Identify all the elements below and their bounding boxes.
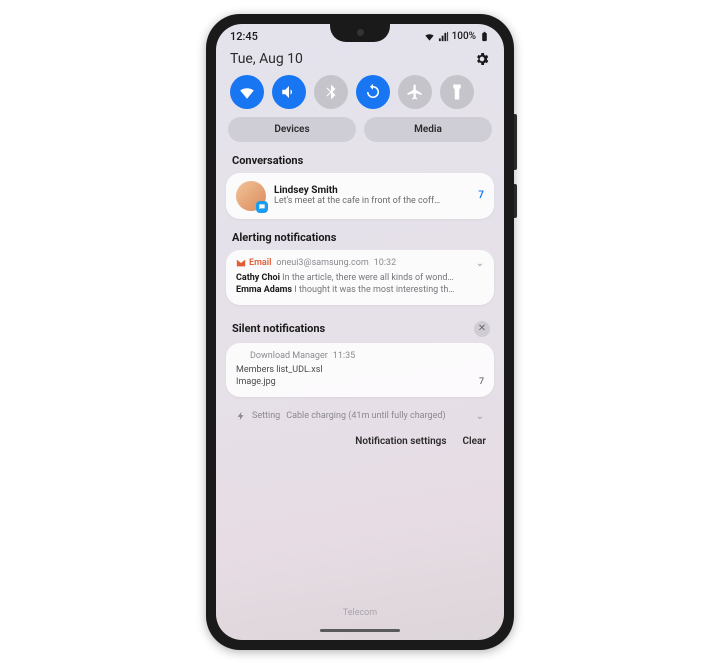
avatar <box>236 181 266 211</box>
sound-icon <box>280 83 298 101</box>
wifi-status-icon <box>424 31 435 42</box>
setting-app: Setting <box>252 411 280 421</box>
bluetooth-icon <box>322 83 340 101</box>
bolt-icon <box>236 411 246 421</box>
email-card[interactable]: Email oneui3@samsung.com 10:32 ⌄ Cathy C… <box>226 250 494 305</box>
download-card[interactable]: Download Manager 11:35 Members list_UDL.… <box>226 343 494 397</box>
carrier-label: Telecom <box>216 608 504 618</box>
chevron-down-icon[interactable]: ⌄ <box>476 411 484 422</box>
email-item[interactable]: Cathy Choi In the article, there were al… <box>236 273 484 283</box>
conversation-count: 7 <box>474 190 484 201</box>
charging-row[interactable]: Setting Cable charging (41m until fully … <box>226 407 494 426</box>
download-icon <box>236 351 245 360</box>
qs-rotate-toggle[interactable] <box>356 75 390 109</box>
devices-button[interactable]: Devices <box>228 117 356 142</box>
status-icons: 100% <box>424 31 490 42</box>
conversation-card[interactable]: Lindsey Smith Let's meet at the cafe in … <box>226 173 494 219</box>
home-indicator[interactable] <box>320 629 400 632</box>
screen: 12:45 100% Tue, Aug 10 Devices Media Con… <box>216 24 504 640</box>
camera-notch <box>330 24 390 42</box>
conversation-preview: Let's meet at the cafe in front of the c… <box>274 196 466 206</box>
flashlight-icon <box>448 83 466 101</box>
download-time: 11:35 <box>333 351 355 361</box>
media-button[interactable]: Media <box>364 117 492 142</box>
date-row: Tue, Aug 10 <box>216 45 504 75</box>
clear-button[interactable]: Clear <box>463 436 487 447</box>
email-time: 10:32 <box>374 258 396 268</box>
email-item[interactable]: Emma Adams I thought it was the most int… <box>236 285 484 295</box>
email-icon <box>236 258 246 268</box>
qs-flashlight-toggle[interactable] <box>440 75 474 109</box>
qs-airplane-toggle[interactable] <box>398 75 432 109</box>
email-app-label: Email <box>236 258 271 268</box>
signal-status-icon <box>438 31 449 42</box>
battery-percent: 100% <box>452 31 476 42</box>
power-button[interactable] <box>514 184 517 218</box>
phone-frame: 12:45 100% Tue, Aug 10 Devices Media Con… <box>206 14 514 650</box>
clock: 12:45 <box>230 30 258 43</box>
qs-bluetooth-toggle[interactable] <box>314 75 348 109</box>
rotate-icon <box>364 83 382 101</box>
volume-button[interactable] <box>514 114 517 170</box>
date-text: Tue, Aug 10 <box>230 51 303 67</box>
dismiss-silent-icon[interactable]: ✕ <box>474 321 490 337</box>
setting-text: Cable charging (41m until fully charged) <box>286 411 445 421</box>
conversation-sender: Lindsey Smith <box>274 185 466 196</box>
chevron-down-icon[interactable]: ⌄ <box>476 258 484 269</box>
silent-header: Silent notifications <box>232 322 325 335</box>
qs-wifi-toggle[interactable] <box>230 75 264 109</box>
qs-sound-toggle[interactable] <box>272 75 306 109</box>
notification-settings-button[interactable]: Notification settings <box>355 436 446 447</box>
download-app: Download Manager <box>250 351 328 361</box>
device-media-row: Devices Media <box>216 117 504 152</box>
battery-status-icon <box>479 31 490 42</box>
messages-app-badge-icon <box>256 201 268 213</box>
alerting-header: Alerting notifications <box>216 229 504 250</box>
silent-header-row: Silent notifications ✕ <box>216 315 504 343</box>
download-item[interactable]: Image.jpg7 <box>236 377 484 387</box>
conversations-header: Conversations <box>216 152 504 173</box>
settings-gear-icon[interactable] <box>474 51 490 67</box>
quick-settings-row <box>216 75 504 117</box>
download-item[interactable]: Members list_UDL.xsl <box>236 365 484 375</box>
footer-actions: Notification settings Clear <box>216 434 504 449</box>
email-account: oneui3@samsung.com <box>276 258 368 268</box>
wifi-icon <box>238 83 256 101</box>
airplane-icon <box>406 83 424 101</box>
